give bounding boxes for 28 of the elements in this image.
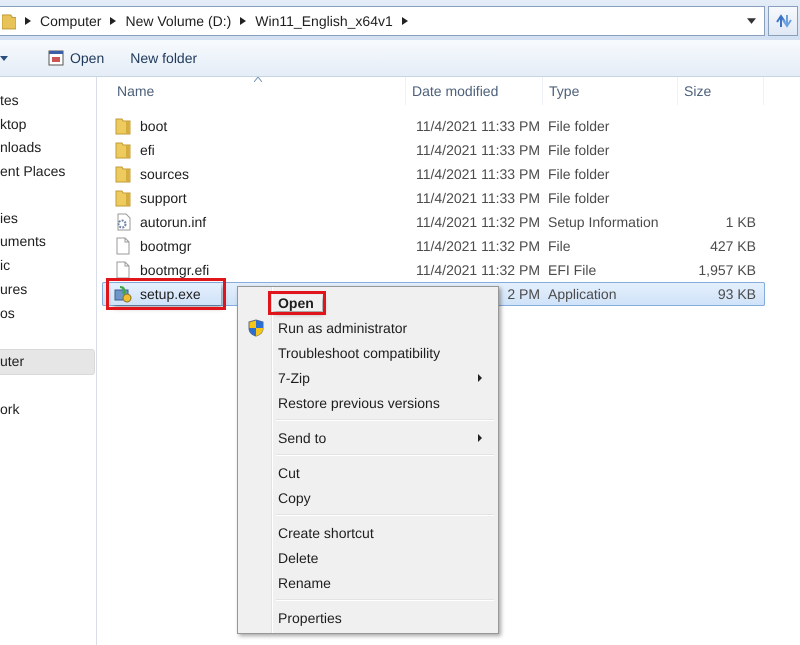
file-name: autorun.inf: [140, 214, 206, 230]
size-cell-text: 93 KB: [716, 286, 757, 302]
type-cell-text: Application: [547, 286, 618, 302]
type-cell-text: Setup Information: [547, 214, 660, 230]
date-cell-text: 2 PM: [506, 286, 541, 302]
date-cell-text: 11/4/2021 11:32 PM: [414, 238, 541, 254]
date-cell-text: 11/4/2021 11:33 PM: [414, 166, 541, 182]
file-name: support: [140, 190, 187, 206]
type-cell-text: File folder: [547, 166, 610, 182]
file-name: bootmgr: [140, 238, 192, 254]
size-cell-text: 1,957 KB: [697, 262, 757, 278]
file-name: efi: [140, 142, 155, 158]
date-cell-text: 11/4/2021 11:32 PM: [414, 262, 541, 278]
size-cell-text: 1 KB: [724, 214, 757, 230]
type-cell-text: EFI File: [547, 262, 598, 278]
date-cell-text: 11/4/2021 11:32 PM: [414, 214, 541, 230]
size-cell-text: 427 KB: [709, 238, 757, 254]
file-name: boot: [140, 118, 168, 134]
date-cell-text: 11/4/2021 11:33 PM: [414, 142, 541, 158]
date-cell-text: 11/4/2021 11:33 PM: [414, 118, 541, 134]
type-cell-text: File folder: [547, 142, 610, 158]
file-name: bootmgr.efi: [140, 262, 210, 278]
type-cell-text: File folder: [547, 190, 610, 206]
type-cell-text: File folder: [547, 118, 610, 134]
date-cell-text: 11/4/2021 11:33 PM: [414, 190, 541, 206]
file-name: sources: [140, 166, 190, 182]
file-name: setup.exe: [140, 286, 201, 302]
type-cell-text: File: [547, 238, 572, 254]
